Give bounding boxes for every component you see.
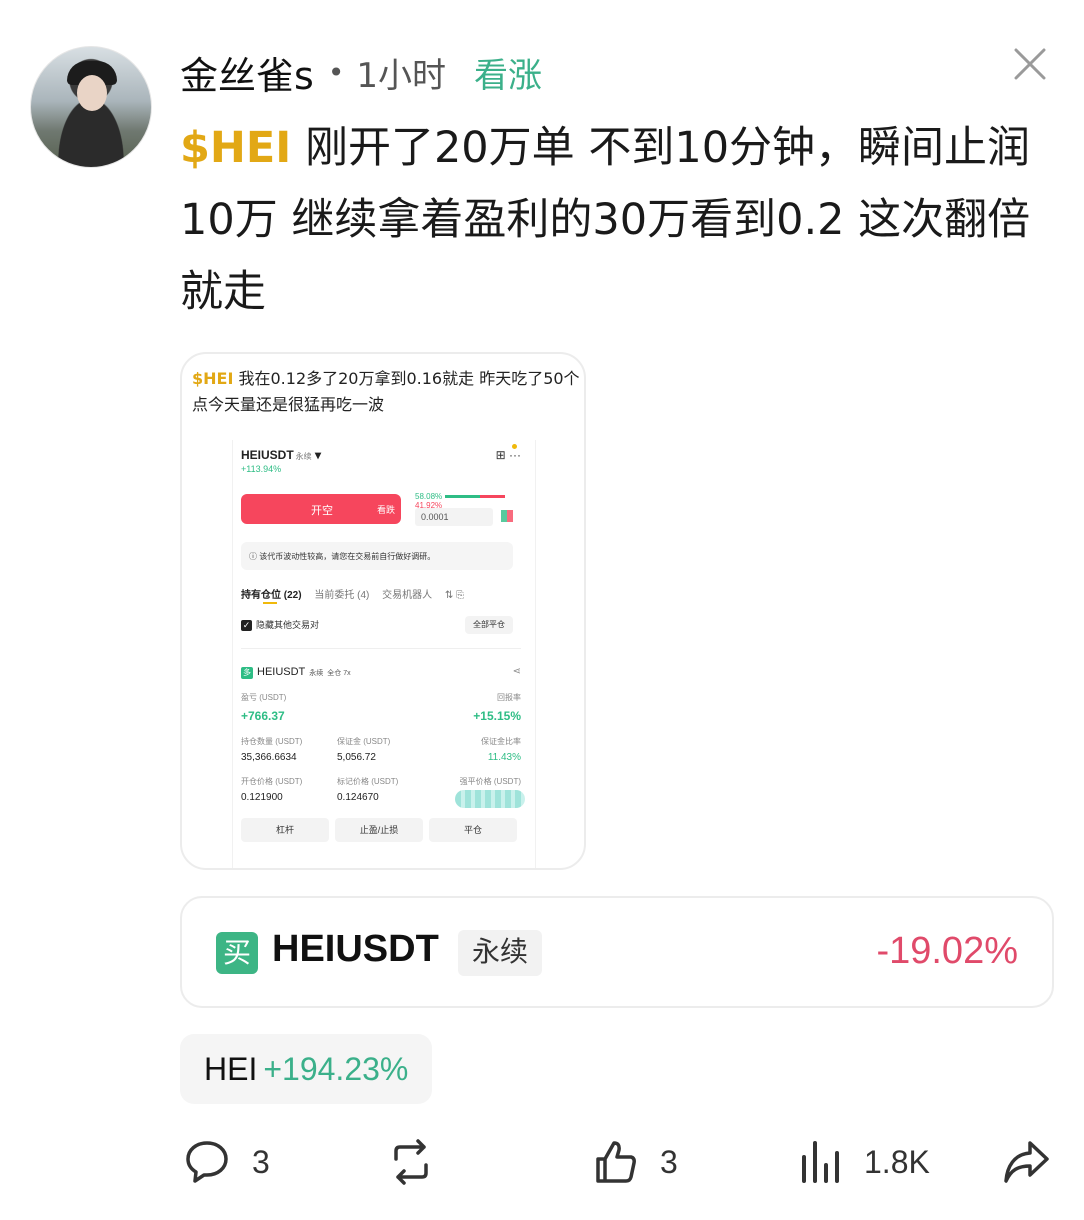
comment-count: 3 [252, 1143, 270, 1180]
app-symbol-text: HEIUSDT [241, 448, 294, 462]
sort-history-icon: ⇅ ⎘ [444, 590, 465, 601]
close-all-button: 全部平仓 [465, 616, 513, 634]
entry-price: 开仓价格 (USDT) 0.121900 [241, 776, 302, 803]
share-node-icon: ⋖ [512, 666, 521, 677]
position-tag2: 全仓 7x [327, 670, 351, 677]
margin-label: 保证金 (USDT) [337, 737, 391, 746]
buy-badge: 买 [216, 932, 258, 974]
token-change: +194.23% [263, 1050, 409, 1087]
checkbox-icon: ✓ [241, 620, 252, 631]
post-text: 刚开了20万单 不到10分钟，瞬间止润10万 继续拿着盈利的30万看到0.2 这… [180, 123, 1031, 317]
mark-label: 标记价格 (USDT) [337, 777, 399, 786]
username[interactable]: 金丝雀s [180, 45, 314, 100]
screenshot-caption: $HEI 我在0.12多了20万拿到0.16就走 昨天吃了50个点今天量还是很猛… [192, 366, 582, 418]
views-button[interactable]: 1.8K [798, 1136, 930, 1188]
repost-icon [394, 1139, 428, 1185]
mark-price: 标记价格 (USDT) 0.124670 [337, 776, 398, 803]
exchange-app-view: HEIUSDT 永续 ▾ +113.94% ⊞ ··· 开空 看跌 58.08%4… [232, 440, 536, 868]
tab-positions: 持有仓位 (22) [241, 590, 302, 601]
position-symbol: HEIUSDT [257, 666, 306, 678]
position-header: 多 HEIUSDT 永续 全仓 7x [241, 666, 351, 679]
share-button[interactable] [1002, 1136, 1050, 1188]
candlestick-more-icon: ⊞ ··· [495, 448, 521, 462]
tab-bots: 交易机器人 [382, 590, 433, 601]
comment-icon [186, 1141, 228, 1183]
open-short-button: 开空 看跌 [241, 494, 401, 524]
trade-symbol: HEIUSDT [272, 928, 439, 970]
post-header: 金丝雀s • 1小时 看涨 [180, 44, 542, 100]
position-size: 持仓数量 (USDT) 35,366.6634 [241, 736, 302, 763]
entry-label: 开仓价格 (USDT) [241, 777, 303, 786]
long-badge: 多 [241, 667, 253, 679]
pnl-label: 盈亏 (USDT) [241, 693, 287, 702]
post-time: 1小时 [356, 55, 446, 96]
views-icon [802, 1141, 839, 1183]
tab-underline [263, 602, 277, 604]
app-symbol: HEIUSDT 永续 ▾ [241, 448, 322, 462]
ratio-bar [445, 495, 506, 499]
token-symbol: HEI [204, 1050, 258, 1087]
liq-price: 强平价格 (USDT) [460, 776, 521, 787]
roe-label: 回报率 [497, 693, 521, 702]
token-chip[interactable]: HEI +194.23% [180, 1034, 433, 1104]
pnl-value: +766.37 [241, 709, 285, 723]
roe: 回报率 +15.15% [473, 692, 521, 723]
size-value: 35,366.6634 [241, 752, 297, 763]
app-symbol-tag: 永续 [295, 452, 312, 461]
trade-type-tag: 永续 [458, 930, 543, 976]
views-count: 1.8K [864, 1143, 930, 1180]
size-label: 持仓数量 (USDT) [241, 737, 303, 746]
divider [241, 648, 521, 649]
avatar[interactable] [30, 46, 152, 168]
precision-select: 0.0001 [415, 508, 493, 526]
margin-ratio: 保证金比率 11.43% [481, 736, 521, 763]
sentiment-tag: 看涨 [473, 55, 542, 96]
open-short-label: 开空 [311, 505, 333, 517]
close-position-button: 平仓 [429, 818, 517, 842]
ticker-link[interactable]: $HEI [180, 123, 291, 173]
roe-value: +15.15% [473, 709, 521, 723]
like-icon [596, 1141, 636, 1183]
tab-orders: 当前委托 (4) [314, 590, 370, 601]
share-icon [1004, 1141, 1049, 1183]
ratio-up: 58.08% [415, 492, 443, 501]
trade-card[interactable]: 买 HEIUSDT 永续 -19.02% [180, 896, 1054, 1008]
orderbook-layout-icon [501, 510, 513, 522]
separator-dot: • [327, 55, 345, 89]
entry-value: 0.121900 [241, 792, 283, 803]
hide-other-label: 隐藏其他交易对 [256, 620, 320, 630]
screenshot-caption-text: 我在0.12多了20万拿到0.16就走 昨天吃了50个点今天量还是很猛再吃一波 [192, 369, 580, 414]
open-short-sub: 看跌 [376, 505, 395, 515]
close-button[interactable] [1010, 44, 1050, 84]
close-icon [1014, 48, 1046, 80]
margin: 保证金 (USDT) 5,056.72 [337, 736, 390, 763]
liq-label: 强平价格 (USDT) [459, 777, 521, 786]
margin-ratio-label: 保证金比率 [481, 737, 521, 746]
hide-other-pairs: ✓ 隐藏其他交易对 [241, 618, 319, 631]
like-button[interactable]: 3 [594, 1136, 678, 1188]
pnl: 盈亏 (USDT) +766.37 [241, 692, 286, 723]
leverage-button: 杠杆 [241, 818, 329, 842]
avatar-face [77, 75, 107, 111]
like-count: 3 [660, 1143, 678, 1180]
margin-ratio-value: 11.43% [487, 752, 521, 763]
screenshot-ticker: $HEI [192, 369, 234, 388]
margin-value: 5,056.72 [337, 752, 376, 763]
redacted-value [455, 790, 525, 808]
volatility-warning: ⓘ 该代币波动性较高，请您在交易前自行做好调研。 [241, 542, 513, 570]
comment-button[interactable]: 3 [184, 1136, 270, 1188]
trade-change: -19.02% [876, 930, 1018, 972]
mark-value: 0.124670 [337, 792, 379, 803]
position-tabs: 持有仓位 (22) 当前委托 (4) 交易机器人 ⇅ ⎘ [241, 586, 513, 601]
post-body: $HEI 刚开了20万单 不到10分钟，瞬间止润10万 继续拿着盈利的30万看到… [180, 112, 1060, 328]
attached-screenshot[interactable]: $HEI 我在0.12多了20万拿到0.16就走 昨天吃了50个点今天量还是很猛… [180, 352, 586, 870]
app-change: +113.94% [241, 464, 282, 474]
tpsl-button: 止盈/止损 [335, 818, 423, 842]
repost-button[interactable] [386, 1136, 458, 1188]
position-tag1: 永续 [309, 670, 324, 677]
